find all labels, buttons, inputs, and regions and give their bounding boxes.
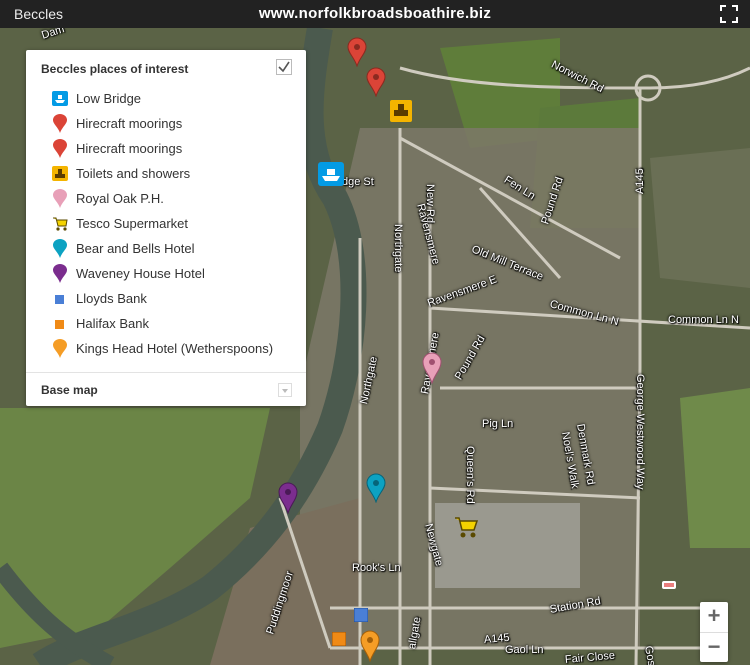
site-url: www.norfolkbroadsboathire.biz: [258, 5, 492, 22]
legend-label: Hirecraft moorings: [76, 141, 183, 156]
red-pin-icon[interactable]: [366, 67, 386, 97]
layer-toggle-checkbox[interactable]: [276, 59, 292, 75]
red-pin-icon: [53, 139, 67, 158]
legend-item[interactable]: Toilets and showers: [52, 163, 302, 188]
legend-item[interactable]: Royal Oak P.H.: [52, 188, 302, 213]
base-map-dropdown[interactable]: [278, 383, 292, 397]
rail-icon: [662, 581, 676, 589]
legend-title: Beccles places of interest: [41, 62, 189, 76]
purple-pin-icon[interactable]: [278, 482, 298, 514]
legend-list: Low Bridge Hirecraft moorings Hirecraft …: [52, 88, 302, 363]
blue-square-icon[interactable]: [354, 608, 368, 622]
legend-label: Tesco Supermarket: [76, 216, 188, 231]
legend-label: Waveney House Hotel: [76, 266, 205, 281]
chevron-down-icon: [282, 389, 288, 393]
legend-item[interactable]: Halifax Bank: [52, 313, 302, 338]
orange-square-icon: [55, 320, 64, 329]
title-bar: Beccles www.norfolkbroadsboathire.biz: [0, 0, 750, 28]
pink-pin-icon[interactable]: [422, 352, 442, 384]
legend-label: Bear and Bells Hotel: [76, 241, 195, 256]
road-label: George Westwood Way: [634, 374, 646, 490]
road-label: Northgate: [392, 224, 404, 273]
purple-pin-icon: [53, 264, 67, 283]
zoom-in-button[interactable]: +: [700, 602, 728, 630]
boat-icon: [52, 91, 68, 106]
legend-label: Low Bridge: [76, 91, 142, 106]
legend-item[interactable]: Hirecraft moorings: [52, 138, 302, 163]
legend-label: Toilets and showers: [76, 166, 191, 181]
fullscreen-icon[interactable]: [720, 5, 738, 23]
road-label: Queen's Rd: [464, 446, 476, 504]
zoom-out-button[interactable]: −: [700, 632, 728, 661]
cart-icon[interactable]: [453, 515, 479, 539]
legend-item[interactable]: Lloyds Bank: [52, 288, 302, 313]
legend-panel: Beccles places of interest Low Bridge Hi…: [26, 50, 306, 406]
orange-pin-icon[interactable]: [360, 630, 380, 662]
legend-label: Lloyds Bank: [76, 291, 147, 306]
legend-item[interactable]: Bear and Bells Hotel: [52, 238, 302, 263]
legend-label: Hirecraft moorings: [76, 116, 183, 131]
road-label: Gaol Ln: [505, 644, 544, 656]
boat-icon[interactable]: [318, 162, 344, 186]
road-label: Rook's Ln: [352, 562, 401, 574]
road-label: Pig Ln: [482, 418, 514, 430]
legend-label: Kings Head Hotel (Wetherspoons): [76, 341, 274, 356]
red-pin-icon[interactable]: [347, 37, 367, 67]
divider: [26, 372, 306, 373]
teal-pin-icon: [53, 239, 67, 258]
base-map-label[interactable]: Base map: [41, 383, 98, 397]
legend-label: Royal Oak P.H.: [76, 191, 164, 206]
legend-item[interactable]: Low Bridge: [52, 88, 302, 113]
toilet-icon: [52, 166, 68, 181]
pink-pin-icon: [53, 189, 67, 208]
teal-pin-icon[interactable]: [366, 473, 386, 503]
blue-square-icon: [55, 295, 64, 304]
zoom-controls: + −: [700, 602, 728, 662]
legend-item[interactable]: Hirecraft moorings: [52, 113, 302, 138]
check-icon: [278, 61, 290, 73]
legend-item[interactable]: Waveney House Hotel: [52, 263, 302, 288]
legend-item[interactable]: Kings Head Hotel (Wetherspoons): [52, 338, 302, 363]
cart-icon: [53, 217, 68, 231]
orange-square-icon[interactable]: [332, 632, 346, 646]
orange-pin-icon: [53, 339, 67, 358]
toilet-icon[interactable]: [390, 100, 412, 122]
road-label: dge St: [342, 176, 374, 188]
road-label: A145: [634, 168, 646, 194]
legend-label: Halifax Bank: [76, 316, 149, 331]
legend-item[interactable]: Tesco Supermarket: [52, 213, 302, 238]
road-label: Common Ln N: [668, 314, 739, 326]
red-pin-icon: [53, 114, 67, 133]
